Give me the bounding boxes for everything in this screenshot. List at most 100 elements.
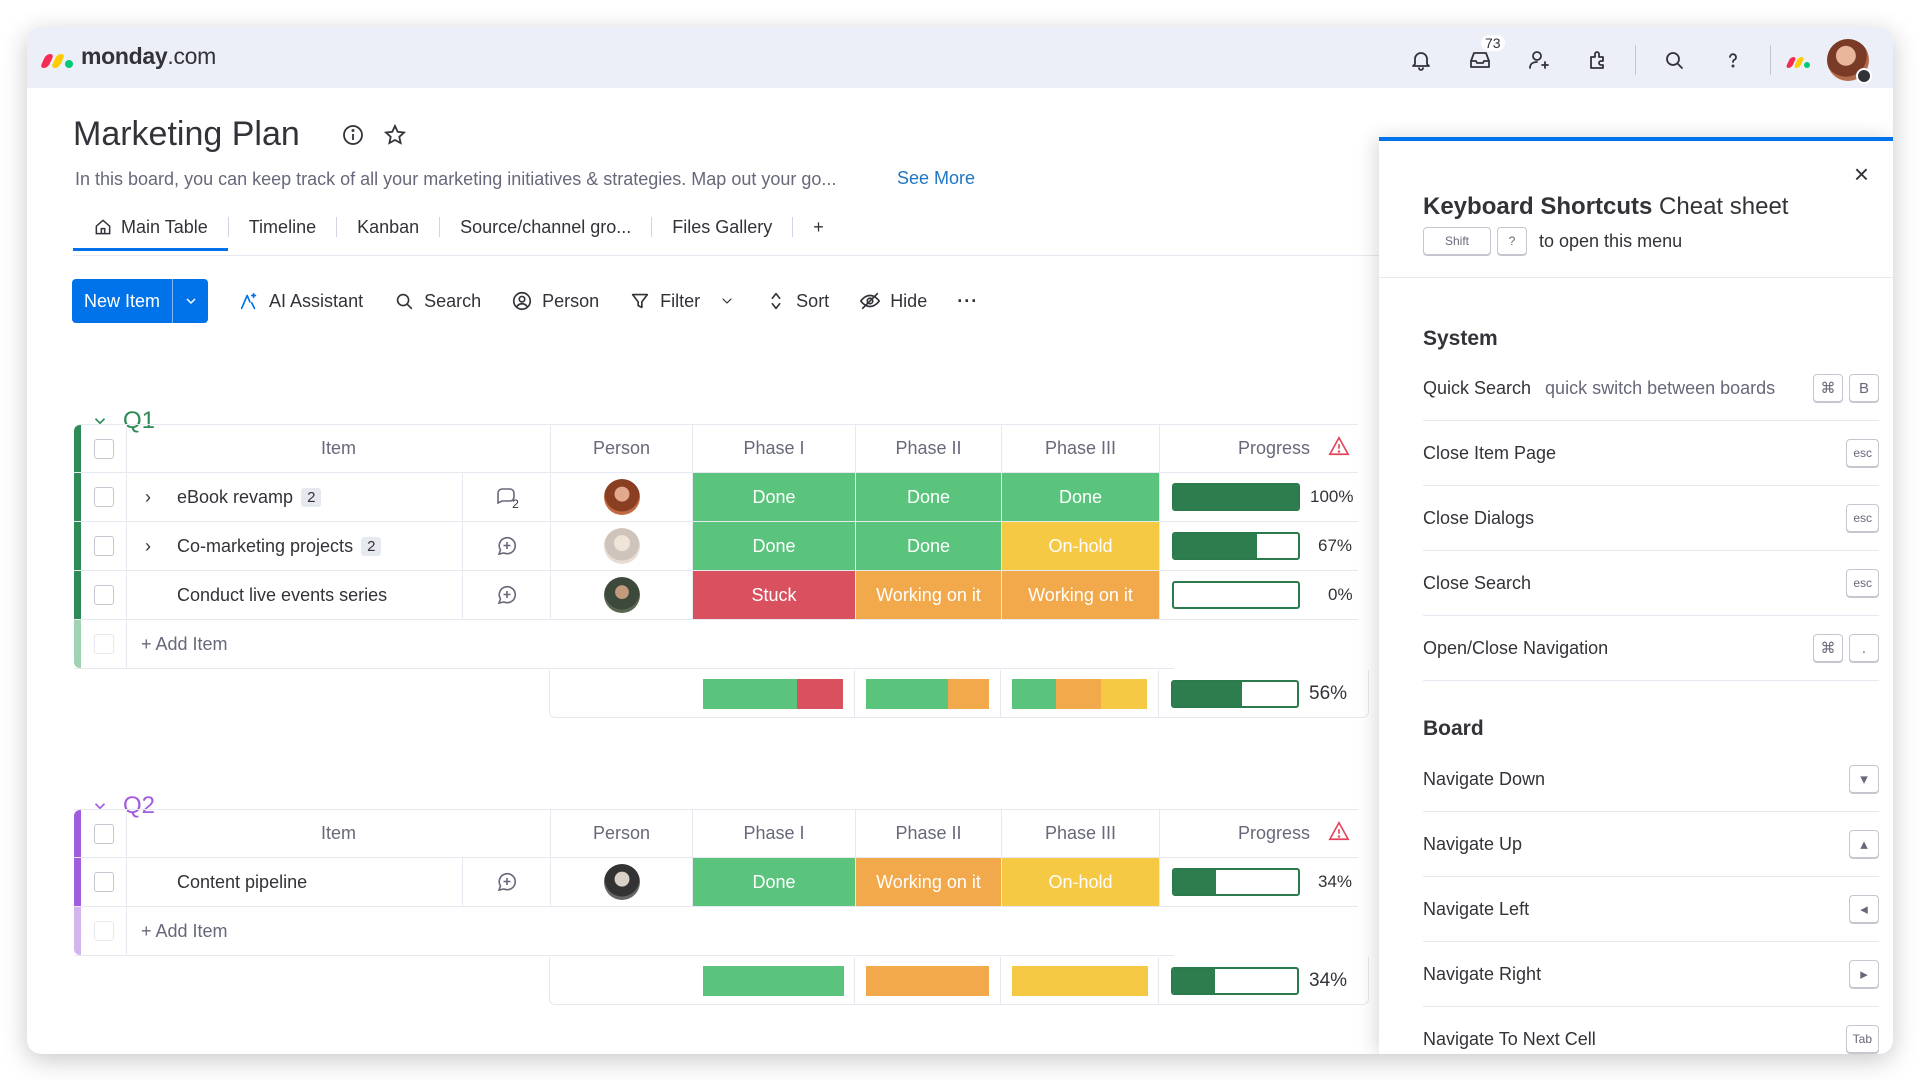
item-name[interactable]: eBook revamp xyxy=(177,487,293,508)
item-name[interactable]: Conduct live events series xyxy=(177,585,387,606)
tab-source-channel[interactable]: Source/channel gro... xyxy=(440,207,651,247)
column-header-progress[interactable]: Progress xyxy=(1160,425,1358,472)
ai-assistant-button[interactable]: AI Assistant xyxy=(238,290,363,312)
sort-button[interactable]: Sort xyxy=(765,290,829,312)
select-all-checkbox[interactable] xyxy=(81,810,127,857)
board-title[interactable]: Marketing Plan xyxy=(73,115,300,154)
updates-cell[interactable]: 2 xyxy=(463,473,551,521)
status-cell[interactable]: Done xyxy=(856,473,1002,521)
new-item-button[interactable]: New Item xyxy=(72,279,209,323)
status-cell[interactable]: Done xyxy=(1002,473,1160,521)
add-view-button[interactable]: + xyxy=(793,207,844,247)
column-header-person[interactable]: Person xyxy=(551,810,693,857)
search-button[interactable]: Search xyxy=(393,290,481,312)
item-name-cell[interactable]: › eBook revamp 2 xyxy=(127,473,463,521)
status-distribution-segment xyxy=(866,678,949,709)
row-checkbox[interactable] xyxy=(81,571,127,619)
search-icon[interactable] xyxy=(1644,41,1703,79)
table-row[interactable]: Conduct live events series Stuck Working… xyxy=(74,571,1358,620)
see-more-link[interactable]: See More xyxy=(897,168,975,189)
table-row[interactable]: › Co-marketing projects 2 Done Done On-h… xyxy=(74,522,1358,571)
summary-progress: 34% xyxy=(1159,957,1357,1004)
info-icon[interactable] xyxy=(341,123,365,147)
status-cell[interactable]: Working on it xyxy=(1002,571,1160,619)
summary-phase1[interactable] xyxy=(550,670,692,717)
person-cell[interactable] xyxy=(551,858,693,906)
summary-phase2[interactable] xyxy=(855,957,1001,1004)
person-cell[interactable] xyxy=(551,473,693,521)
updates-cell[interactable] xyxy=(463,522,551,570)
item-name-cell[interactable]: Content pipeline xyxy=(127,858,463,906)
invite-members-icon[interactable] xyxy=(1509,41,1568,79)
item-name-cell[interactable]: › Co-marketing projects 2 xyxy=(127,522,463,570)
avatar xyxy=(603,864,640,900)
help-icon[interactable] xyxy=(1703,41,1762,79)
summary-phase3[interactable] xyxy=(1001,957,1159,1004)
status-cell[interactable]: On-hold xyxy=(1002,522,1160,570)
person-cell[interactable] xyxy=(551,571,693,619)
person-filter-button[interactable]: Person xyxy=(511,290,599,312)
column-header-phase3[interactable]: Phase III xyxy=(1002,425,1160,472)
item-name[interactable]: Co-marketing projects xyxy=(177,536,353,557)
star-icon[interactable] xyxy=(383,123,407,147)
summary-phase1[interactable] xyxy=(692,957,855,1004)
status-cell[interactable]: Done xyxy=(693,473,856,521)
filter-button[interactable]: Filter xyxy=(629,290,735,312)
chevron-right-icon[interactable]: › xyxy=(145,487,159,508)
tab-kanban[interactable]: Kanban xyxy=(337,207,439,247)
column-header-item[interactable]: Item xyxy=(127,425,551,472)
add-item-input[interactable]: + Add Item xyxy=(127,907,1174,955)
tab-files-gallery[interactable]: Files Gallery xyxy=(652,207,792,247)
status-cell[interactable]: Working on it xyxy=(856,858,1002,906)
subitems-count[interactable]: 2 xyxy=(301,487,322,507)
column-header-phase1[interactable]: Phase I xyxy=(693,425,856,472)
summary-phase2[interactable] xyxy=(855,670,1001,717)
summary-phase1[interactable] xyxy=(692,670,855,717)
column-header-person[interactable]: Person xyxy=(551,425,693,472)
status-cell[interactable]: Done xyxy=(856,522,1002,570)
tab-main-table[interactable]: Main Table xyxy=(73,207,228,251)
column-header-phase2[interactable]: Phase II xyxy=(856,425,1002,472)
add-item-row[interactable]: + Add Item xyxy=(74,907,1174,956)
chevron-right-icon[interactable]: › xyxy=(145,536,159,557)
column-header-phase1[interactable]: Phase I xyxy=(693,810,856,857)
column-header-progress[interactable]: Progress xyxy=(1160,810,1358,857)
add-item-row[interactable]: + Add Item xyxy=(74,620,1174,669)
item-name-cell[interactable]: Conduct live events series xyxy=(127,571,463,619)
column-header-item[interactable]: Item xyxy=(127,810,551,857)
table-row[interactable]: › eBook revamp 2 2 Done Done Done 100% xyxy=(74,473,1358,522)
inbox-icon[interactable]: 73 xyxy=(1450,35,1509,79)
more-options-button[interactable]: ··· xyxy=(957,291,978,312)
column-header-phase3[interactable]: Phase III xyxy=(1002,810,1160,857)
monday-logo[interactable]: monday.com xyxy=(39,43,216,70)
summary-phase3[interactable] xyxy=(1001,670,1159,717)
chevron-down-icon[interactable] xyxy=(719,293,735,309)
updates-cell[interactable] xyxy=(463,571,551,619)
item-name[interactable]: Content pipeline xyxy=(177,872,307,893)
board-toolbar: New Item AI Assistant Search Person Filt… xyxy=(72,279,978,323)
user-avatar[interactable] xyxy=(1827,39,1872,84)
select-all-checkbox[interactable] xyxy=(81,425,127,472)
updates-cell[interactable] xyxy=(463,858,551,906)
view-tabs: Main Table Timeline Kanban Source/channe… xyxy=(73,207,844,251)
status-cell[interactable]: Stuck xyxy=(693,571,856,619)
status-cell[interactable]: Done xyxy=(693,858,856,906)
workspace-logo-icon[interactable] xyxy=(1779,41,1819,79)
row-checkbox[interactable] xyxy=(81,858,127,906)
status-cell[interactable]: On-hold xyxy=(1002,858,1160,906)
bell-icon[interactable] xyxy=(1391,41,1450,79)
column-header-phase2[interactable]: Phase II xyxy=(856,810,1002,857)
hide-button[interactable]: Hide xyxy=(859,290,927,312)
close-icon[interactable]: × xyxy=(1854,159,1869,190)
subitems-count[interactable]: 2 xyxy=(361,536,382,556)
row-checkbox[interactable] xyxy=(81,473,127,521)
table-row[interactable]: Content pipeline Done Working on it On-h… xyxy=(74,858,1358,907)
new-item-dropdown-icon[interactable] xyxy=(172,279,208,323)
status-cell[interactable]: Working on it xyxy=(856,571,1002,619)
tab-timeline[interactable]: Timeline xyxy=(229,207,336,247)
person-cell[interactable] xyxy=(551,522,693,570)
row-checkbox[interactable] xyxy=(81,522,127,570)
status-cell[interactable]: Done xyxy=(693,522,856,570)
add-item-input[interactable]: + Add Item xyxy=(127,620,1174,668)
apps-icon[interactable] xyxy=(1568,41,1627,79)
